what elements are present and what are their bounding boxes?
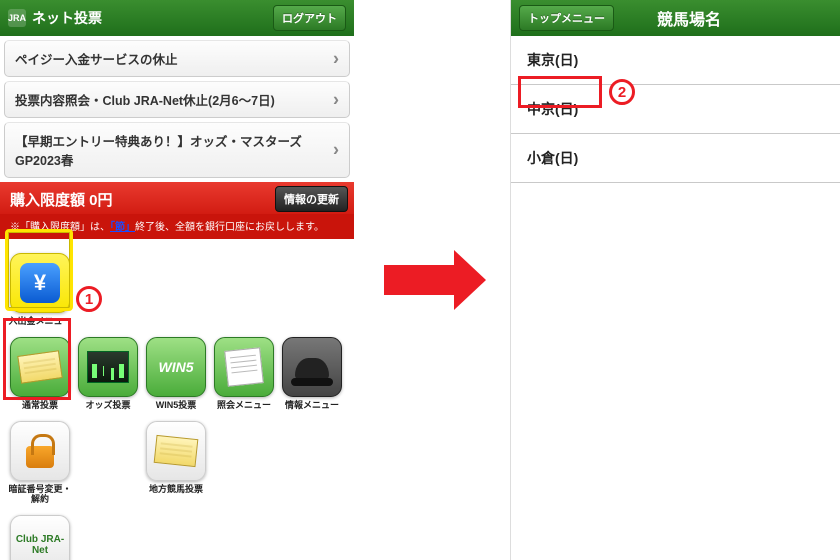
notice-list: ペイジー入金サービスの休止 投票内容照会・Club JRA-Net休止(2月6～… [0, 40, 354, 178]
win5-icon: WIN5 [146, 337, 206, 397]
purchase-limit-title: 購入限度額 0円 [10, 189, 275, 210]
main-menu-grid: ¥ 入出金メニュー 通常投票 オッズ投票 WIN5 WIN5投票 照会メニュー [0, 239, 354, 560]
deposit-menu-label: 入出金メニュー [7, 316, 73, 327]
purchase-limit-bar: 購入限度額 0円 情報の更新 [0, 182, 354, 214]
screen-left-net-voting: JRA ネット投票 ログアウト ペイジー入金サービスの休止 投票内容照会・Clu… [0, 0, 354, 560]
venue-item-tokyo[interactable]: 東京(日) [511, 36, 840, 85]
win5-vote-cell[interactable]: WIN5 WIN5投票 [143, 337, 209, 411]
ticket-icon [10, 337, 70, 397]
lock-icon [10, 421, 70, 481]
update-info-button[interactable]: 情報の更新 [275, 186, 348, 212]
header-title: ネット投票 [32, 8, 273, 28]
venue-list: 東京(日) 中京(日) 小倉(日) [511, 36, 840, 183]
deposit-menu-cell[interactable]: ¥ 入出金メニュー [7, 253, 73, 327]
paper-icon [214, 337, 274, 397]
purchase-limit-note: ※「購入限度額」は、「節」終了後、全額を銀行口座にお戻しします。 [0, 214, 354, 239]
notice-item[interactable]: 投票内容照会・Club JRA-Net休止(2月6～7日) [4, 81, 350, 118]
screen-right-venues: トップメニュー 競馬場名 東京(日) 中京(日) 小倉(日) 2 [510, 0, 840, 560]
pin-change-cell[interactable]: 暗証番号変更・解約 [7, 421, 73, 506]
yen-icon: ¥ [10, 253, 70, 313]
odds-vote-cell[interactable]: オッズ投票 [75, 337, 141, 411]
local-vote-cell[interactable]: 地方競馬投票 [143, 421, 209, 506]
tickets-icon [146, 421, 206, 481]
header-bar: JRA ネット投票 ログアウト [0, 0, 354, 36]
jra-logo-icon: JRA [8, 9, 26, 27]
helmet-icon [282, 337, 342, 397]
normal-vote-cell[interactable]: 通常投票 [7, 337, 73, 411]
info-menu-cell[interactable]: 情報メニュー [279, 337, 345, 411]
header-title: 競馬場名 [614, 6, 764, 30]
header-bar: トップメニュー 競馬場名 [511, 0, 840, 36]
logout-button[interactable]: ログアウト [273, 5, 346, 31]
note-link[interactable]: 「節」 [110, 222, 135, 233]
notice-item[interactable]: ペイジー入金サービスの休止 [4, 40, 350, 77]
notice-item[interactable]: 【早期エントリー特典あり！】オッズ・マスターズGP2023春 [4, 122, 350, 178]
club-jra-net-cell[interactable]: Club JRA-Net Club JRA-Net [7, 515, 73, 560]
venue-item-kokura[interactable]: 小倉(日) [511, 134, 840, 183]
inquiry-menu-cell[interactable]: 照会メニュー [211, 337, 277, 411]
back-top-menu-button[interactable]: トップメニュー [519, 5, 614, 31]
bars-icon [78, 337, 138, 397]
club-jra-icon: Club JRA-Net [10, 515, 70, 560]
venue-item-chukyo[interactable]: 中京(日) [511, 85, 840, 134]
transition-arrow-icon [380, 250, 490, 310]
